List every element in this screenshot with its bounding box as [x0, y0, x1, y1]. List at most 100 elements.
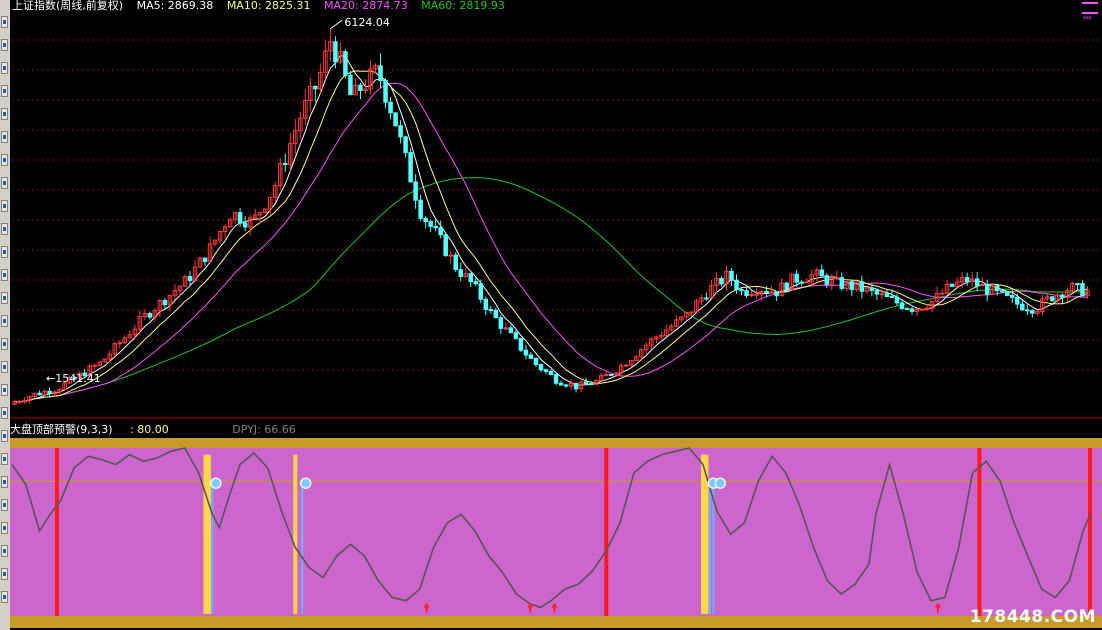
ma10-line [14, 70, 1088, 403]
candle-body [784, 282, 789, 291]
candle-body [162, 300, 168, 306]
candle-body [513, 332, 519, 339]
candle-body [558, 382, 564, 386]
candle-body [1010, 294, 1015, 298]
chart-header: 上证指数(周线,前复权) MA5: 2869.38 MA10: 2825.31 … [12, 0, 515, 12]
candle-body [383, 79, 388, 103]
candle-body [488, 309, 494, 312]
indicator-dpyj: DPYJ: 66.66 [232, 423, 296, 436]
candle-body [528, 354, 534, 359]
signal-red-bar [1088, 448, 1092, 616]
ma5-line [14, 55, 1088, 403]
ma20-readout: MA20: 2874.73 [324, 0, 408, 12]
candle-body [1075, 283, 1080, 286]
candle-body [358, 84, 363, 91]
candle-body [924, 307, 930, 310]
candle-body [1020, 303, 1025, 311]
candle-body [343, 51, 348, 76]
candle-body [438, 227, 443, 236]
candle-body [799, 281, 804, 284]
candle-body [984, 283, 990, 295]
signal-blue-bar [301, 481, 304, 614]
signal-yellow-bar [293, 454, 298, 614]
candle-body [508, 327, 514, 334]
signal-yellow-bar [203, 454, 208, 614]
signal-orb-icon [210, 477, 222, 489]
candle-body [974, 278, 980, 287]
candle-body [1000, 290, 1005, 293]
candle-body [588, 383, 594, 386]
candle-body [899, 302, 905, 309]
candle-body [1005, 291, 1010, 296]
candle-body [313, 85, 318, 90]
candle-body [859, 281, 865, 292]
signal-blue-bar [211, 481, 214, 614]
candle-body [428, 221, 433, 227]
candle-body [583, 381, 589, 385]
candle-body [744, 290, 749, 296]
high-label: 6124.04 [344, 16, 390, 29]
candle-body [909, 308, 915, 312]
signal-red-bar [977, 448, 982, 616]
indicator-name: 大盘顶部预警(9,3,3) [10, 423, 113, 436]
candle-body [894, 296, 900, 304]
candle-body [754, 293, 759, 296]
candle-body [994, 285, 1000, 292]
candle-body [1030, 310, 1035, 314]
candle-body [403, 136, 408, 154]
candle-body [47, 390, 52, 395]
instrument-title: 上证指数(周线,前复权) [12, 0, 124, 12]
candle-body [834, 277, 840, 280]
signal-blue-bar [708, 481, 711, 614]
candle-body [187, 276, 193, 281]
candle-body [563, 384, 569, 387]
candle-body [503, 327, 509, 330]
candle-body [523, 349, 529, 356]
candle-body [443, 234, 448, 257]
candle-body [398, 125, 403, 138]
indicator-header: 大盘顶部预警(9,3,3) : 80.00 DPYJ: 66.66 [10, 421, 296, 437]
candle-body [333, 41, 338, 63]
candle-body [17, 400, 22, 403]
candle-body [202, 257, 208, 263]
candle-body [388, 101, 393, 114]
candle-body [473, 281, 479, 285]
candle-body [904, 307, 910, 310]
candle-body [22, 400, 27, 403]
candle-body [689, 311, 694, 314]
candle-body [498, 317, 504, 329]
signal-red-bar [604, 448, 609, 616]
candle-body [413, 181, 418, 201]
candle-body [283, 163, 288, 166]
candle-body [1050, 296, 1055, 302]
candle-body [533, 357, 539, 366]
candle-body [478, 283, 484, 300]
high-pointer [330, 19, 343, 30]
candle-body [448, 254, 453, 257]
candle-body [719, 277, 724, 285]
candle-body [378, 65, 383, 81]
candle-body [949, 283, 955, 287]
chart-menu-icon[interactable]: xxx [1080, 0, 1100, 20]
candle-body [729, 270, 734, 281]
candle-body [423, 217, 428, 223]
candle-body [468, 273, 474, 283]
indicator-background [10, 448, 1102, 616]
candle-body [493, 309, 499, 319]
svg-text:xxx: xxx [1083, 15, 1092, 20]
candle-body [458, 269, 464, 277]
signal-orb-icon [714, 477, 727, 489]
candle-body [408, 152, 413, 183]
candle-body [804, 281, 809, 284]
candle-body [869, 287, 875, 291]
candle-body [37, 392, 42, 396]
candle-body [573, 382, 579, 390]
candle-body [518, 337, 524, 351]
candle-body [889, 295, 895, 298]
ma60-readout: MA60: 2819.93 [421, 0, 505, 12]
price-chart: 6124.04 ←1541.41 [10, 16, 1102, 628]
candle-body [704, 297, 709, 300]
candle-body [734, 279, 739, 291]
candle-body [548, 370, 554, 376]
candle-body [553, 374, 559, 384]
